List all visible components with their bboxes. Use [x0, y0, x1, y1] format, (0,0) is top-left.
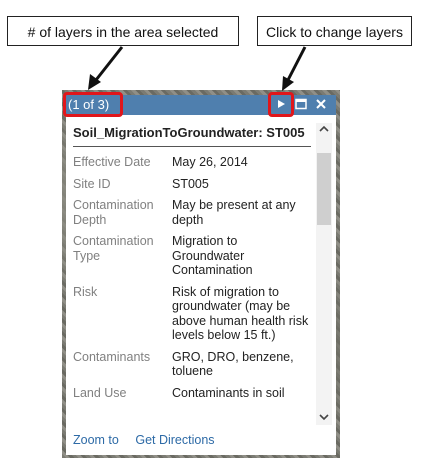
- popup-content: Soil_MigrationToGroundwater: ST005 Effec…: [73, 125, 311, 407]
- attribute-label: Contaminants: [73, 349, 151, 364]
- attribute-value: May be present at any depth: [172, 198, 296, 227]
- attribute-label: Risk: [73, 284, 98, 299]
- attribute-value: Contaminants in soil: [172, 385, 285, 400]
- attribute-value: May 26, 2014: [172, 155, 248, 169]
- change-layers-callout: Click to change layers: [257, 16, 412, 46]
- attribute-row: Contaminants GRO, DRO, benzene, toluene: [73, 350, 311, 379]
- attribute-value: GRO, DRO, benzene, toluene: [172, 349, 294, 379]
- popup-scrollbar[interactable]: [316, 123, 332, 425]
- get-directions-link[interactable]: Get Directions: [135, 433, 214, 447]
- arrow-to-next-button: [282, 46, 307, 91]
- chevron-up-icon: [319, 125, 329, 132]
- close-icon: [316, 99, 326, 109]
- attribute-row: Contamination Type Migration to Groundwa…: [73, 234, 311, 278]
- close-button[interactable]: [314, 97, 328, 111]
- next-button-highlight: [268, 92, 294, 117]
- attribute-value: ST005: [172, 176, 209, 191]
- maximize-button[interactable]: [294, 97, 308, 111]
- attribute-value: Migration to Groundwater Contamination: [172, 234, 253, 277]
- attribute-label: Site ID: [73, 176, 111, 191]
- maximize-icon: [295, 98, 307, 110]
- info-popup: (1 of 3) Soil_MigrationToGroundwater: ST…: [66, 95, 336, 455]
- attribute-value: Risk of migration to groundwater (may be…: [172, 284, 309, 343]
- attribute-label: Effective Date: [73, 155, 151, 169]
- layers-count-callout: # of layers in the area selected: [7, 16, 239, 46]
- arrow-to-counter: [88, 46, 124, 90]
- attribute-row: Site ID ST005: [73, 177, 311, 192]
- feature-title: Soil_MigrationToGroundwater: ST005: [73, 125, 311, 147]
- counter-highlight: [63, 92, 123, 117]
- chevron-down-icon: [319, 414, 329, 421]
- scroll-down-button[interactable]: [316, 411, 332, 425]
- attribute-row: Risk Risk of migration to groundwater (m…: [73, 285, 311, 343]
- popup-footer: Zoom to Get Directions: [73, 433, 228, 447]
- attribute-label: Contamination Type: [73, 234, 154, 263]
- attribute-label: Land Use: [73, 385, 127, 400]
- scroll-up-button[interactable]: [316, 123, 332, 137]
- attribute-row: Land Use Contaminants in soil: [73, 386, 311, 401]
- scroll-thumb[interactable]: [317, 153, 331, 225]
- zoom-to-link[interactable]: Zoom to: [73, 433, 119, 447]
- attribute-row: Contamination Depth May be present at an…: [73, 198, 311, 227]
- attribute-row: Effective Date May 26, 2014: [73, 155, 311, 170]
- attribute-label: Contamination Depth: [73, 198, 154, 227]
